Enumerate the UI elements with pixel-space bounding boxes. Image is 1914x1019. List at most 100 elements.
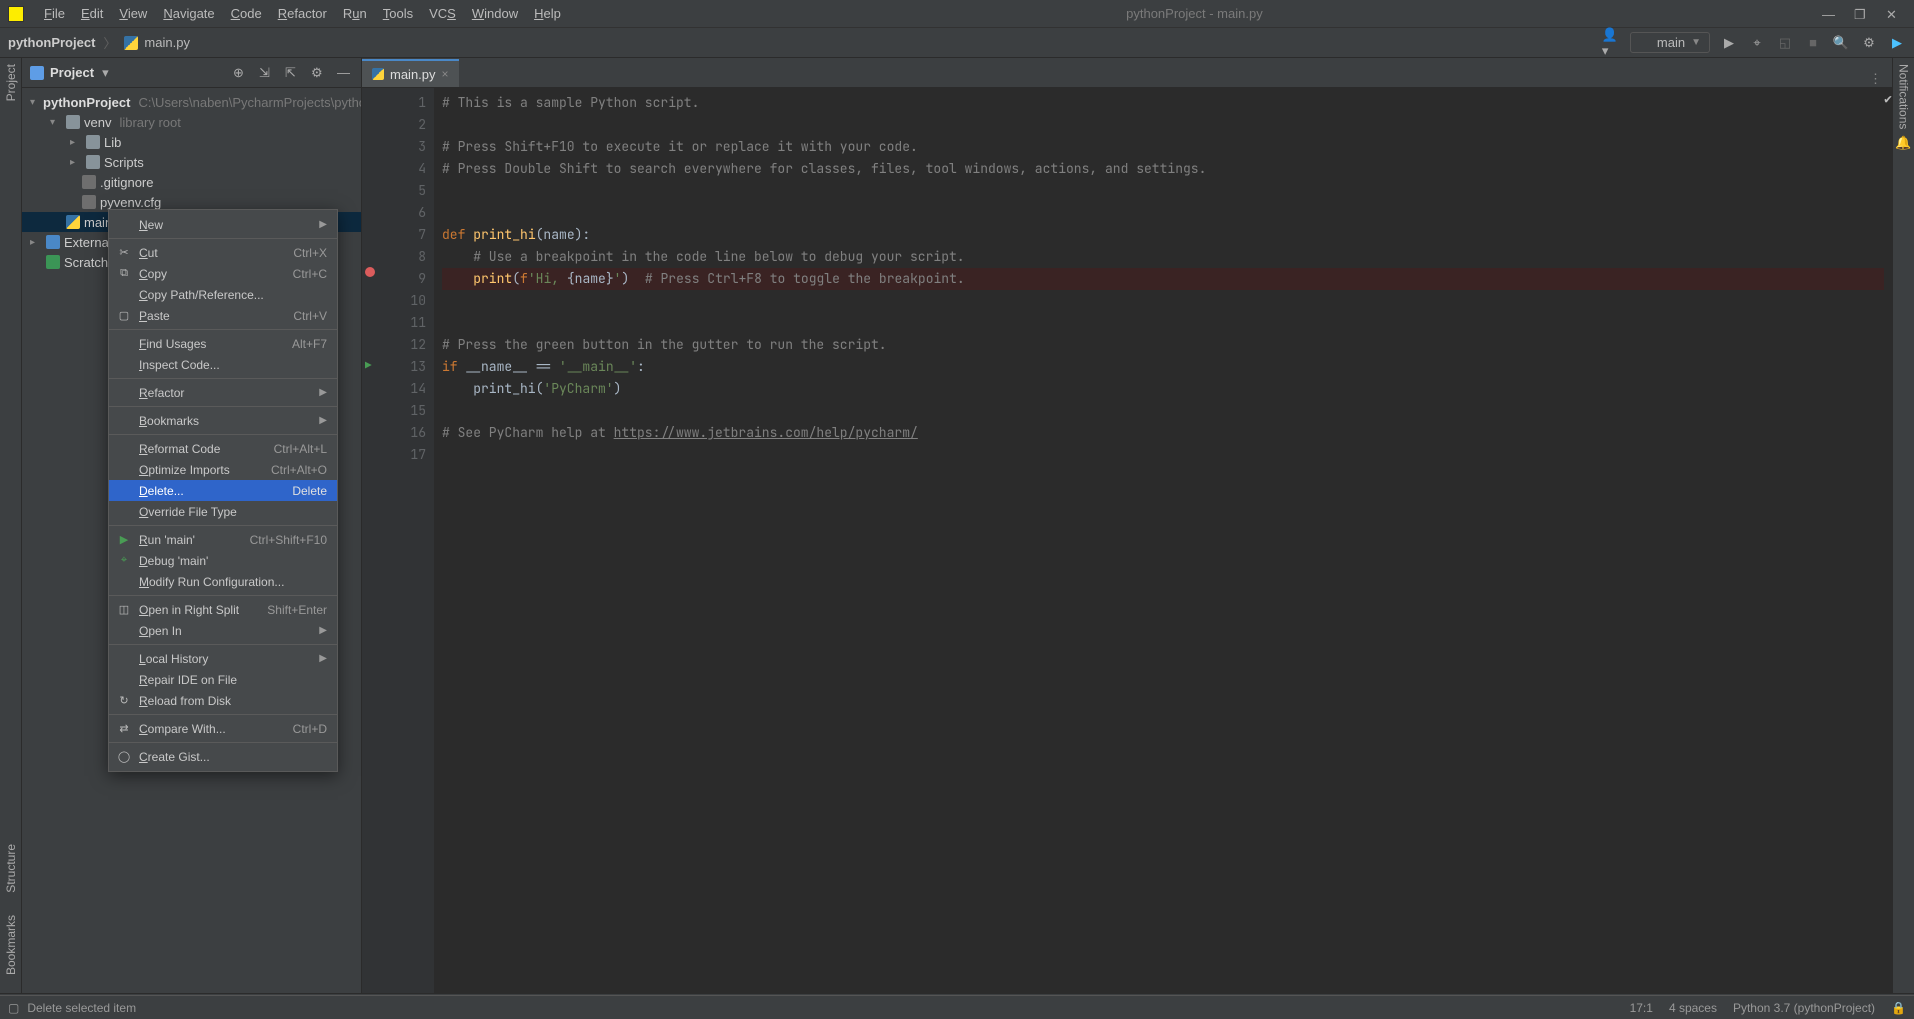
tool-bookmarks[interactable]: Bookmarks: [4, 915, 18, 975]
inspection-ok-icon[interactable]: ✔: [1884, 88, 1892, 993]
context-menu-item[interactable]: ✂CutCtrl+X: [109, 242, 337, 263]
collapse-all-icon[interactable]: ⇱: [285, 65, 301, 81]
right-tool-strip: Notifications 🔔: [1892, 58, 1914, 993]
context-menu-item[interactable]: Refactor▶: [109, 382, 337, 403]
tab-options[interactable]: ⋮: [1859, 71, 1892, 87]
navigation-bar: pythonProject 〉 main.py 👤▾ main ▼ ▶ ⌖ ◱ …: [0, 28, 1914, 58]
breadcrumb-file[interactable]: main.py: [144, 35, 190, 50]
interpreter[interactable]: Python 3.7 (pythonProject): [1733, 1001, 1875, 1015]
menu-run[interactable]: Run: [337, 6, 373, 21]
context-menu-item[interactable]: Reformat CodeCtrl+Alt+L: [109, 438, 337, 459]
context-menu-item[interactable]: New▶: [109, 214, 337, 235]
main-menu: File Edit View Navigate Code Refactor Ru…: [38, 6, 567, 21]
bell-icon[interactable]: 🔔: [1895, 135, 1911, 151]
run-config-name: main: [1657, 35, 1685, 50]
tool-notifications[interactable]: Notifications: [1897, 64, 1911, 129]
context-menu-item[interactable]: ↻Reload from Disk: [109, 690, 337, 711]
settings-icon[interactable]: ⚙: [1860, 34, 1878, 52]
context-menu-item[interactable]: Inspect Code...: [109, 354, 337, 375]
caret-position[interactable]: 17:1: [1630, 1001, 1653, 1015]
tree-row-scripts[interactable]: ▸ Scripts: [22, 152, 361, 172]
debug-button[interactable]: ⌖: [1748, 34, 1766, 52]
tool-structure[interactable]: Structure: [4, 844, 18, 893]
maximize-button[interactable]: ❐: [1854, 7, 1868, 21]
python-file-icon: [124, 36, 138, 50]
context-menu: New▶ ✂CutCtrl+X⧉CopyCtrl+CCopy Path/Refer…: [108, 209, 338, 772]
status-hint: Delete selected item: [27, 1001, 136, 1015]
context-menu-item[interactable]: ⇄Compare With...Ctrl+D: [109, 718, 337, 739]
tree-row-venv[interactable]: ▾ venv library root: [22, 112, 361, 132]
tab-mainpy[interactable]: main.py ×: [362, 59, 459, 87]
close-button[interactable]: ✕: [1886, 7, 1900, 21]
context-menu-item[interactable]: Modify Run Configuration...: [109, 571, 337, 592]
status-bar: ▢ Delete selected item 17:1 4 spaces Pyt…: [0, 995, 1914, 1019]
run-gutter-icon[interactable]: ▶: [365, 355, 372, 377]
breakpoint-icon[interactable]: [365, 267, 375, 277]
line-gutter: 1234567891011121314151617: [378, 88, 434, 993]
context-menu-item[interactable]: Repair IDE on File: [109, 669, 337, 690]
menu-tools[interactable]: Tools: [377, 6, 419, 21]
panel-settings-icon[interactable]: ⚙: [311, 65, 327, 81]
window-title: pythonProject - main.py: [567, 6, 1822, 21]
menu-help[interactable]: Help: [528, 6, 567, 21]
code-content[interactable]: # This is a sample Python script.# Press…: [434, 88, 1884, 993]
lock-icon[interactable]: 🔒: [1891, 1001, 1906, 1015]
add-user-icon[interactable]: 👤▾: [1602, 34, 1620, 52]
tool-project[interactable]: Project: [4, 64, 18, 101]
editor-area: main.py × ⋮ ▶ 1234567891011121314151617 …: [362, 58, 1892, 993]
menu-vcs[interactable]: VCS: [423, 6, 462, 21]
titlebar: File Edit View Navigate Code Refactor Ru…: [0, 0, 1914, 28]
menu-window[interactable]: Window: [466, 6, 524, 21]
python-icon: [1639, 37, 1651, 49]
context-menu-item[interactable]: Find UsagesAlt+F7: [109, 333, 337, 354]
indent-setting[interactable]: 4 spaces: [1669, 1001, 1717, 1015]
coverage-button[interactable]: ◱: [1776, 34, 1794, 52]
expand-all-icon[interactable]: ⇲: [259, 65, 275, 81]
context-menu-item[interactable]: ◯Create Gist...: [109, 746, 337, 767]
minimize-button[interactable]: —: [1822, 7, 1836, 21]
menu-refactor[interactable]: Refactor: [272, 6, 333, 21]
project-panel-header: Project ▾ ⊕ ⇲ ⇱ ⚙ —: [22, 58, 361, 88]
locate-icon[interactable]: ⊕: [233, 65, 249, 81]
context-menu-item[interactable]: Bookmarks▶: [109, 410, 337, 431]
context-menu-item[interactable]: Open In▶: [109, 620, 337, 641]
python-file-icon: [372, 68, 384, 80]
menu-file[interactable]: File: [38, 6, 71, 21]
run-anything-icon[interactable]: ▶: [1888, 34, 1906, 52]
status-tool-icon[interactable]: ▢: [8, 1001, 19, 1015]
view-mode-drop[interactable]: ▾: [102, 65, 109, 81]
context-menu-item[interactable]: Delete...Delete: [109, 480, 337, 501]
run-config-select[interactable]: main ▼: [1630, 32, 1710, 53]
context-menu-item[interactable]: Copy Path/Reference...: [109, 284, 337, 305]
chevron-down-icon: ▼: [1691, 37, 1701, 48]
context-menu-item[interactable]: ▢PasteCtrl+V: [109, 305, 337, 326]
menu-edit[interactable]: Edit: [75, 6, 109, 21]
stop-button[interactable]: ■: [1804, 34, 1822, 52]
context-menu-item[interactable]: Local History▶: [109, 648, 337, 669]
chevron-icon: 〉: [103, 33, 116, 52]
context-menu-item[interactable]: ◫Open in Right SplitShift+Enter: [109, 599, 337, 620]
tab-label: main.py: [390, 67, 436, 82]
tree-row-gitignore[interactable]: .gitignore: [22, 172, 361, 192]
code-editor[interactable]: ▶ 1234567891011121314151617 # This is a …: [362, 88, 1892, 993]
menu-navigate[interactable]: Navigate: [157, 6, 220, 21]
context-menu-item[interactable]: ▶Run 'main'Ctrl+Shift+F10: [109, 529, 337, 550]
context-menu-item[interactable]: ⌖Debug 'main': [109, 550, 337, 571]
context-menu-item[interactable]: Optimize ImportsCtrl+Alt+O: [109, 459, 337, 480]
left-tool-strip: Project Structure Bookmarks: [0, 58, 22, 993]
pycharm-logo: [8, 6, 24, 22]
search-icon[interactable]: 🔍: [1832, 34, 1850, 52]
tree-row-root[interactable]: ▾ pythonProject C:\Users\naben\PycharmPr…: [22, 92, 361, 112]
context-menu-item[interactable]: Override File Type: [109, 501, 337, 522]
context-menu-item[interactable]: ⧉CopyCtrl+C: [109, 263, 337, 284]
hide-panel-icon[interactable]: —: [337, 65, 353, 81]
breadcrumb-project[interactable]: pythonProject: [8, 35, 95, 50]
tree-row-lib[interactable]: ▸ Lib: [22, 132, 361, 152]
tab-close-icon[interactable]: ×: [442, 67, 449, 81]
panel-title: Project: [50, 65, 94, 80]
project-view-icon: [30, 66, 44, 80]
run-button[interactable]: ▶: [1720, 34, 1738, 52]
menu-code[interactable]: Code: [225, 6, 268, 21]
editor-tabs: main.py × ⋮: [362, 58, 1892, 88]
menu-view[interactable]: View: [113, 6, 153, 21]
